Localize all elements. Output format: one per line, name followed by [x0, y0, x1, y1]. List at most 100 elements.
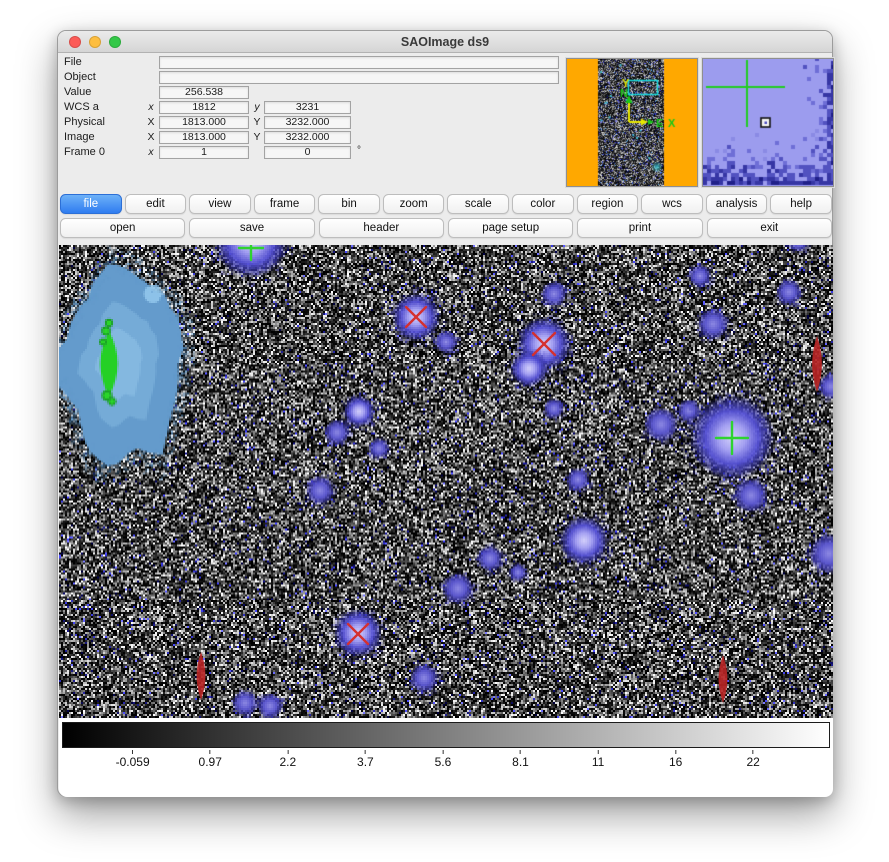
axis-letter-label: Y — [252, 116, 262, 128]
submenu-bar: opensaveheaderpage setupprintexit — [60, 218, 832, 238]
menu-button-zoom[interactable]: zoom — [383, 194, 445, 214]
info-row-image: Image X Y — [58, 130, 570, 145]
window-title: SAOImage ds9 — [58, 35, 832, 49]
axis-letter-label: x — [146, 101, 156, 113]
region-x-marker[interactable] — [348, 624, 368, 644]
object-field[interactable] — [159, 71, 559, 84]
info-row-file: File — [58, 55, 570, 70]
menu-button-header[interactable]: header — [319, 218, 444, 238]
info-row-label: Frame 0 — [64, 146, 105, 158]
menu-button-frame[interactable]: frame — [254, 194, 316, 214]
file-field[interactable] — [159, 56, 559, 69]
panner-panel[interactable] — [566, 58, 698, 187]
region-cross-marker[interactable] — [239, 245, 263, 260]
image-x-field[interactable] — [159, 131, 249, 144]
info-row-label: WCS a — [64, 101, 99, 113]
axis-letter-label: X — [146, 131, 156, 143]
desktop: SAOImage ds9 File Object Value WCS a x y Physi… — [0, 0, 889, 862]
degree-symbol: ° — [357, 145, 361, 156]
wcs-a-y-field[interactable] — [264, 101, 351, 114]
menu-button-bin[interactable]: bin — [318, 194, 380, 214]
menu-button-scale[interactable]: scale — [447, 194, 509, 214]
physical-x-field[interactable] — [159, 116, 249, 129]
tick-label: 5.6 — [435, 755, 452, 769]
menu-button-help[interactable]: help — [770, 194, 832, 214]
marker-overlay — [59, 245, 833, 718]
menu-button-exit[interactable]: exit — [707, 218, 832, 238]
cosmic-ray-streak-marker[interactable] — [197, 652, 206, 700]
axis-letter-label: Y — [252, 131, 262, 143]
cosmic-ray-streak-marker[interactable] — [812, 336, 822, 392]
info-row-label: Object — [64, 71, 96, 83]
colorbar-tick: 5.6 — [435, 750, 452, 769]
region-x-marker[interactable] — [533, 333, 555, 355]
tick-label: 2.2 — [279, 755, 296, 769]
tick-mark — [598, 750, 599, 754]
magnifier-canvas[interactable] — [703, 59, 833, 186]
tick-mark — [753, 750, 754, 754]
axis-letter-label: y — [252, 101, 262, 113]
axis-letter-label: X — [146, 116, 156, 128]
info-row-object: Object — [58, 70, 570, 85]
colorbar-tick: 8.1 — [512, 750, 529, 769]
menu-button-open[interactable]: open — [60, 218, 185, 238]
tick-label: 11 — [592, 755, 604, 769]
menu-button-analysis[interactable]: analysis — [706, 194, 768, 214]
tick-label: 3.7 — [357, 755, 374, 769]
info-row-label: Value — [64, 86, 91, 98]
panner-canvas[interactable] — [567, 59, 697, 186]
colorbar-section: -0.059 0.97 2.2 3.7 5.6 8.1 11 16 22 — [59, 718, 833, 797]
colorbar-tick: 3.7 — [357, 750, 374, 769]
ds9-window: SAOImage ds9 File Object Value WCS a x y Physi… — [57, 30, 833, 797]
menu-button-edit[interactable]: edit — [125, 194, 187, 214]
tick-label: 8.1 — [512, 755, 529, 769]
menu-button-view[interactable]: view — [189, 194, 251, 214]
frame-0-x-field[interactable] — [159, 146, 249, 159]
physical-y-field[interactable] — [264, 116, 351, 129]
menu-button-page-setup[interactable]: page setup — [448, 218, 573, 238]
cosmic-ray-streak-marker[interactable] — [719, 655, 728, 703]
info-row-frame-0: Frame 0 x ° — [58, 145, 570, 160]
image-y-field[interactable] — [264, 131, 351, 144]
colorbar-tick: 11 — [592, 750, 604, 769]
info-row-label: File — [64, 56, 82, 68]
menu-button-region[interactable]: region — [577, 194, 639, 214]
tick-label: 22 — [747, 755, 760, 769]
region-x-marker[interactable] — [406, 307, 426, 327]
info-row-wcs-a: WCS a x y — [58, 100, 570, 115]
tick-mark — [675, 750, 676, 754]
colorbar-tick: -0.059 — [116, 750, 150, 769]
colorbar-ticks: -0.059 0.97 2.2 3.7 5.6 8.1 11 16 22 — [62, 750, 830, 778]
menu-button-file[interactable]: file — [60, 194, 122, 214]
menu-button-print[interactable]: print — [577, 218, 702, 238]
colorbar-gradient[interactable] — [62, 722, 830, 748]
info-row-value: Value — [58, 85, 570, 100]
wcs-a-x-field[interactable] — [159, 101, 249, 114]
tick-mark — [132, 750, 133, 754]
region-cross-marker[interactable] — [716, 422, 748, 454]
colorbar-tick: 16 — [669, 750, 682, 769]
frame-0-y-field[interactable] — [264, 146, 351, 159]
info-row-physical: Physical X Y — [58, 115, 570, 130]
magnifier-panel[interactable] — [702, 58, 834, 187]
axis-letter-label: x — [146, 146, 156, 158]
info-panel: FileObjectValueWCS axyPhysicalXYImageXYF… — [58, 55, 570, 160]
menu-button-save[interactable]: save — [189, 218, 314, 238]
title-bar[interactable]: SAOImage ds9 — [58, 31, 832, 53]
info-row-label: Image — [64, 131, 95, 143]
colorbar-tick: 22 — [747, 750, 760, 769]
menu-button-wcs[interactable]: wcs — [641, 194, 703, 214]
info-row-label: Physical — [64, 116, 105, 128]
tick-mark — [442, 750, 443, 754]
tick-mark — [520, 750, 521, 754]
tick-mark — [210, 750, 211, 754]
image-display-area[interactable] — [59, 245, 833, 718]
tick-mark — [365, 750, 366, 754]
tick-mark — [287, 750, 288, 754]
menu-button-color[interactable]: color — [512, 194, 574, 214]
tick-label: 0.97 — [199, 755, 222, 769]
menu-bar: fileeditviewframebinzoomscalecolorregion… — [60, 194, 832, 214]
tick-label: -0.059 — [116, 755, 150, 769]
colorbar-tick: 0.97 — [199, 750, 222, 769]
value-x-field[interactable] — [159, 86, 249, 99]
